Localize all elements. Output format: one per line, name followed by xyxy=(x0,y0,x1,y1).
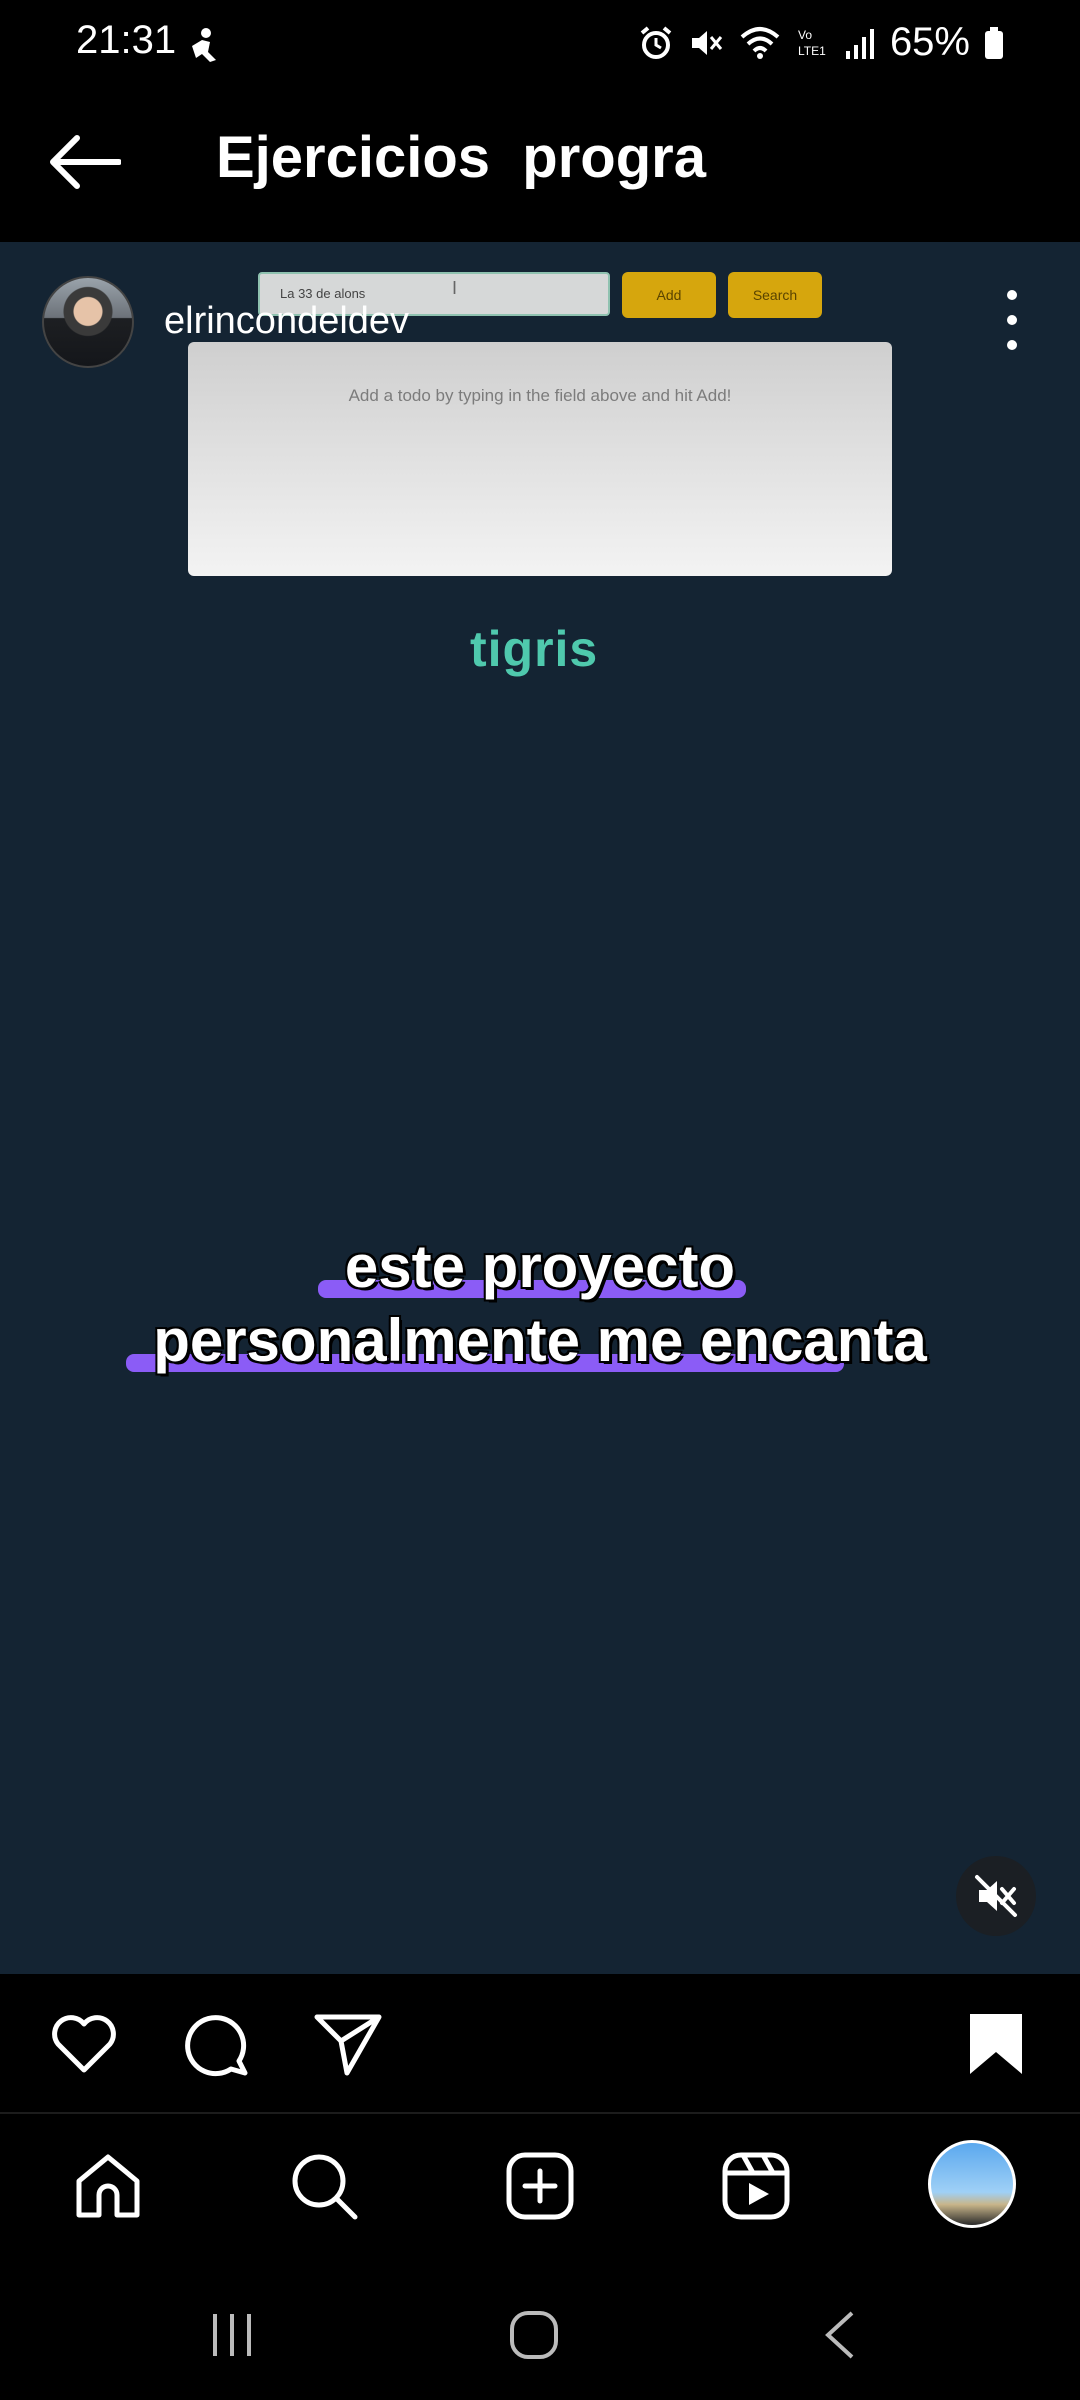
author-username[interactable]: elrincondeldev xyxy=(164,300,409,343)
nav-home-button[interactable] xyxy=(70,2148,146,2224)
nav-search-button[interactable] xyxy=(286,2148,362,2224)
nav-reels-button[interactable] xyxy=(718,2148,794,2224)
tigris-logo: tigris xyxy=(470,621,599,677)
caption-line: este proyecto xyxy=(344,1233,736,1300)
more-options-button[interactable] xyxy=(990,290,1034,350)
more-dot-icon xyxy=(1007,315,1017,325)
todo-add-button-screenshot: Add xyxy=(622,272,716,318)
share-button[interactable] xyxy=(312,2008,384,2080)
svg-text:Vo: Vo xyxy=(798,28,812,42)
author-avatar[interactable] xyxy=(42,276,134,368)
save-button[interactable] xyxy=(960,2008,1032,2080)
system-home-button[interactable] xyxy=(494,2300,574,2370)
bookmark-icon xyxy=(970,2014,1022,2074)
plus-square-icon xyxy=(506,2152,574,2220)
todo-list-panel xyxy=(188,342,892,576)
reels-icon xyxy=(722,2152,790,2220)
battery-icon xyxy=(985,26,1003,59)
todo-search-button-screenshot: Search xyxy=(728,272,822,318)
comment-bubble-icon xyxy=(185,2015,248,2077)
chevron-left-icon xyxy=(825,2311,854,2359)
nav-profile-avatar[interactable] xyxy=(928,2140,1016,2228)
search-icon xyxy=(292,2154,358,2220)
todo-empty-message: Add a todo by typing in the field above … xyxy=(348,386,732,405)
system-recents-button[interactable] xyxy=(192,2300,272,2370)
arrow-left-icon xyxy=(50,135,121,189)
alarm-icon xyxy=(640,25,672,59)
nav-create-button[interactable] xyxy=(502,2148,578,2224)
home-icon xyxy=(76,2154,140,2218)
muted-speaker-icon xyxy=(975,1875,1017,1917)
recents-icon xyxy=(213,2314,251,2356)
paper-plane-icon xyxy=(314,2014,382,2076)
more-dot-icon xyxy=(1007,340,1017,350)
comment-button[interactable] xyxy=(180,2008,252,2080)
page-title: Ejercicios progra xyxy=(216,125,706,190)
heart-icon xyxy=(52,2015,116,2073)
person-icon xyxy=(192,28,216,62)
status-time: 21:31 xyxy=(76,18,177,62)
wifi-icon xyxy=(740,26,780,59)
volte-icon: Vo LTE1 xyxy=(798,28,826,58)
mute-toggle-button[interactable] xyxy=(956,1856,1036,1936)
battery-percent: 65% xyxy=(889,20,970,64)
text-cursor-icon: I xyxy=(452,278,458,298)
nav-divider xyxy=(0,2112,1080,2114)
svg-text:LTE1: LTE1 xyxy=(798,44,826,58)
mute-vibrate-icon xyxy=(691,30,723,55)
home-circle-icon xyxy=(510,2311,558,2359)
caption-line: personalmente me encanta xyxy=(153,1307,927,1374)
like-button[interactable] xyxy=(48,2008,120,2080)
status-icons: Vo LTE1 65% xyxy=(638,20,1004,65)
post-actions xyxy=(0,1974,1080,2112)
more-dot-icon xyxy=(1007,290,1017,300)
back-button[interactable] xyxy=(40,122,130,202)
system-back-button[interactable] xyxy=(800,2300,880,2370)
signal-icon xyxy=(845,28,874,59)
